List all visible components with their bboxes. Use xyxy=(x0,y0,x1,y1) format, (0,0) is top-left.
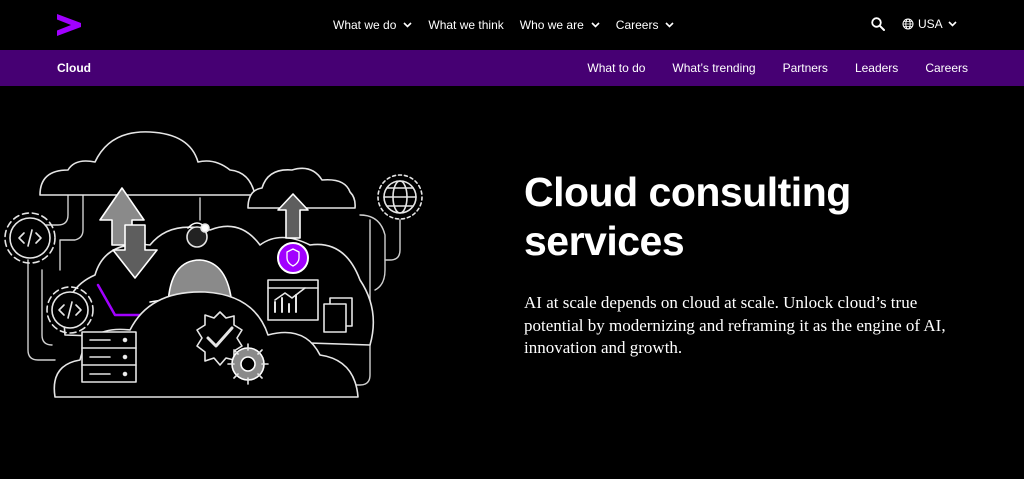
nav-item-label: What we think xyxy=(428,18,504,32)
cloud-computing-illustration xyxy=(4,131,423,398)
subnav-item-whats-trending[interactable]: What’s trending xyxy=(672,61,755,75)
nav-item-what-we-think[interactable]: What we think xyxy=(428,18,503,32)
top-navigation-bar: What we do What we think Who we are Care… xyxy=(0,0,1024,50)
chevron-down-icon xyxy=(665,22,675,28)
code-gear-icon xyxy=(4,212,56,264)
section-title-link[interactable]: Cloud xyxy=(57,50,91,86)
nav-item-label: What we do xyxy=(333,18,397,32)
nav-item-what-we-do[interactable]: What we do xyxy=(333,18,412,32)
nav-item-who-we-are[interactable]: Who we are xyxy=(520,18,600,32)
accenture-logo-icon[interactable] xyxy=(57,14,81,36)
subnav-item-what-to-do[interactable]: What to do xyxy=(587,61,645,75)
locale-selector[interactable]: USA xyxy=(902,17,957,31)
server-rack-icon xyxy=(81,331,137,383)
locale-label: USA xyxy=(918,17,943,31)
analytics-window-icon xyxy=(267,279,319,321)
globe-network-icon xyxy=(377,174,423,220)
chevron-down-icon xyxy=(591,22,600,28)
chevron-down-icon xyxy=(403,22,412,28)
cloud-shape xyxy=(39,131,256,196)
gear-icon xyxy=(227,343,269,385)
globe-icon xyxy=(902,18,914,30)
section-subnav: What to do What’s trending Partners Lead… xyxy=(560,50,968,86)
nav-item-careers[interactable]: Careers xyxy=(616,18,675,32)
subnav-item-partners[interactable]: Partners xyxy=(783,61,828,75)
subnav-item-leaders[interactable]: Leaders xyxy=(855,61,898,75)
chevron-down-icon xyxy=(948,21,957,27)
hero-title: Cloud consulting services xyxy=(524,169,851,264)
security-shield-icon xyxy=(277,242,309,274)
hero-description: AI at scale depends on cloud at scale. U… xyxy=(524,293,946,357)
search-icon[interactable] xyxy=(871,17,885,31)
main-nav: What we do What we think Who we are Care… xyxy=(333,0,690,50)
nav-item-label: Careers xyxy=(615,18,659,32)
subnav-item-careers[interactable]: Careers xyxy=(925,61,968,75)
section-subnav-bar: Cloud What to do What’s trending Partner… xyxy=(0,50,1024,86)
nav-item-label: Who we are xyxy=(519,18,584,32)
